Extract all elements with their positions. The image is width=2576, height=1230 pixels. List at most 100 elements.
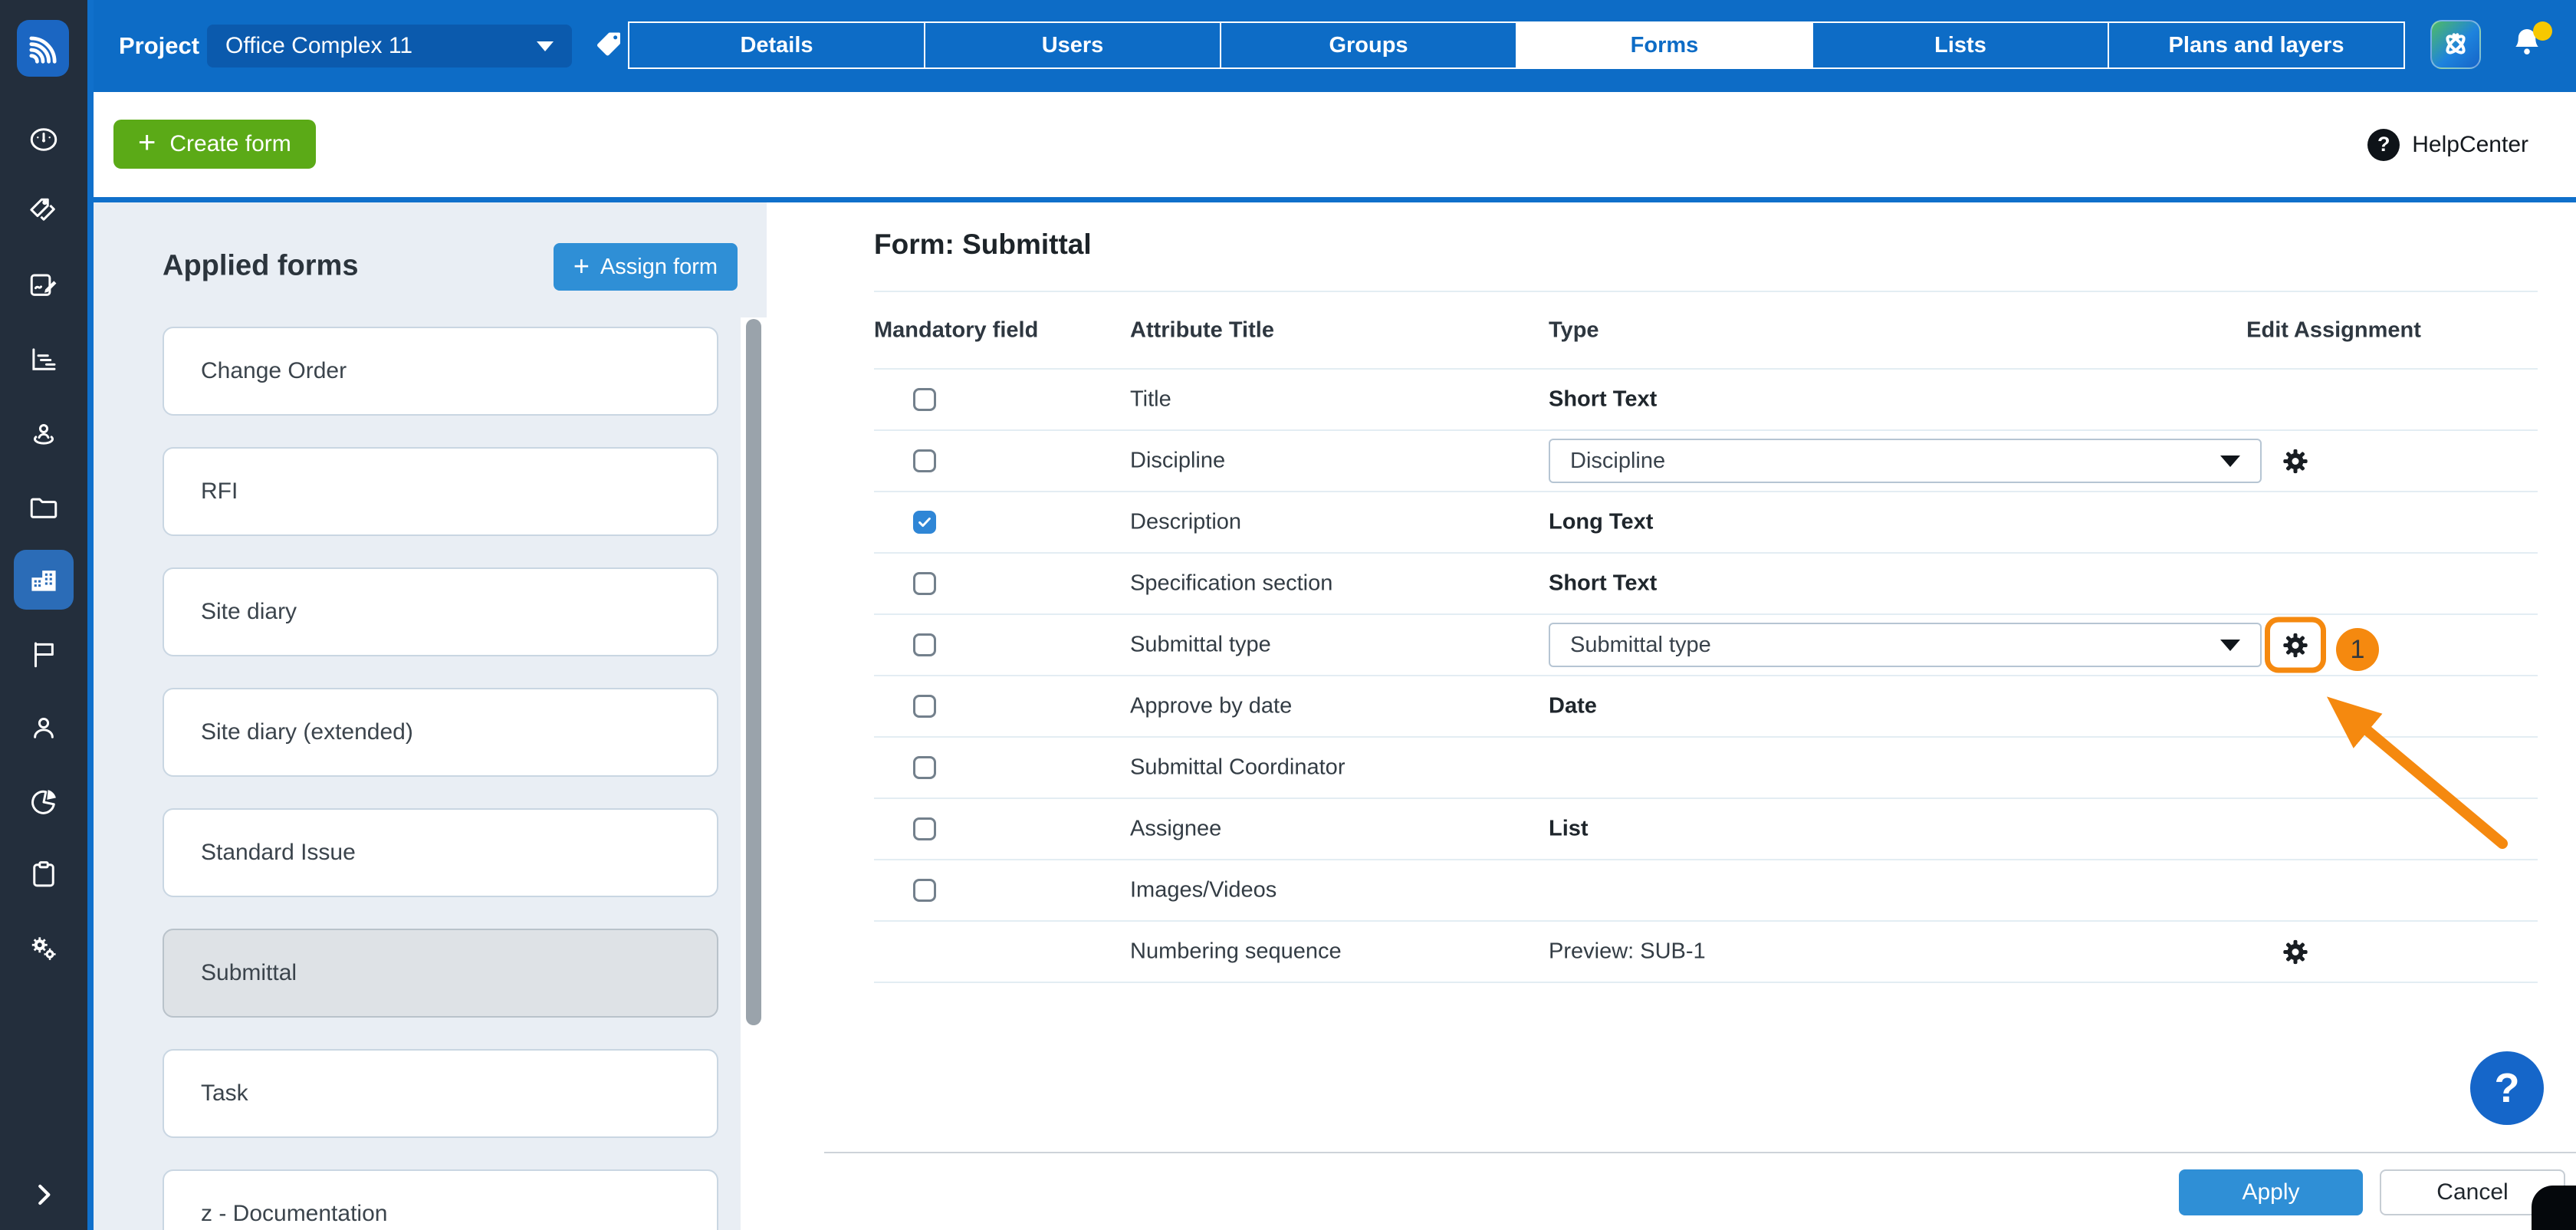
- gauge-icon: [30, 128, 58, 151]
- gear-icon: [2283, 939, 2308, 964]
- form-card-label: Submittal: [201, 960, 297, 985]
- sidebar-item-documents[interactable]: [14, 478, 74, 538]
- edit-assignment-gear-button[interactable]: [2265, 433, 2326, 489]
- sidebar-item-analytics[interactable]: [14, 772, 74, 832]
- form-edit-icon: [30, 274, 57, 296]
- mandatory-checkbox[interactable]: [913, 756, 936, 779]
- sidebar-item-reports[interactable]: [14, 330, 74, 390]
- tab-groups[interactable]: Groups: [1220, 21, 1517, 69]
- notifications-button[interactable]: [2509, 21, 2552, 67]
- form-card[interactable]: z - Documentation: [163, 1169, 718, 1230]
- sidebar-item-milestones[interactable]: [14, 624, 74, 684]
- check-icon: [918, 517, 931, 528]
- attributes-table-header: Mandatory field Attribute Title Type Edi…: [874, 291, 2538, 370]
- attribute-row: Title Short Text: [874, 370, 2538, 431]
- form-card[interactable]: Task: [163, 1049, 718, 1138]
- project-dropdown-value: Office Complex 11: [225, 33, 412, 58]
- form-card[interactable]: Site diary (extended): [163, 688, 718, 777]
- tag-icon[interactable]: [593, 29, 624, 64]
- form-card[interactable]: RFI: [163, 447, 718, 536]
- attributes-table-body: Title Short Text Discipline Discipline Descr…: [874, 370, 2538, 983]
- screen-corner-overlay: [2532, 1186, 2576, 1230]
- attribute-title: Discipline: [1130, 448, 1226, 473]
- app-switcher-button[interactable]: [2430, 20, 2481, 69]
- attribute-row: Discipline Discipline: [874, 431, 2538, 492]
- tab-forms[interactable]: Forms: [1516, 21, 1813, 69]
- tab-plans-and-layers[interactable]: Plans and layers: [2108, 21, 2405, 69]
- edit-assignment-gear-button-highlighted[interactable]: [2265, 617, 2326, 673]
- app-logo[interactable]: [17, 20, 69, 77]
- attribute-title: Numbering sequence: [1130, 939, 1342, 964]
- type-value: Preview: SUB-1: [1549, 939, 1706, 964]
- form-card[interactable]: Standard Issue: [163, 808, 718, 897]
- knot-icon: [2446, 33, 2466, 54]
- sidebar-item-contacts[interactable]: [14, 698, 74, 758]
- type-value: Long Text: [1549, 509, 1654, 534]
- edit-assignment-gear-button[interactable]: [2265, 924, 2326, 980]
- attribute-row: Assignee List: [874, 799, 2538, 860]
- sidebar-item-checklists[interactable]: [14, 844, 74, 904]
- mandatory-checkbox[interactable]: [913, 633, 936, 656]
- attribute-title: Approve by date: [1130, 693, 1293, 719]
- form-card-label: Standard Issue: [201, 840, 356, 865]
- form-card-label: Site diary (extended): [201, 719, 413, 745]
- attributes-table: Mandatory field Attribute Title Type Edi…: [874, 291, 2538, 983]
- mandatory-checkbox[interactable]: [913, 449, 936, 472]
- type-value: List: [1549, 816, 1589, 841]
- form-card[interactable]: Submittal: [163, 929, 718, 1018]
- type-value: Short Text: [1549, 386, 1658, 412]
- tags-icon: [30, 198, 55, 221]
- mandatory-checkbox[interactable]: [913, 572, 936, 595]
- gear-icon: [2283, 633, 2308, 657]
- pie-chart-icon: [31, 790, 56, 814]
- apply-button[interactable]: Apply: [2179, 1169, 2363, 1215]
- column-header-type: Type: [1549, 317, 1599, 342]
- form-card[interactable]: Site diary: [163, 567, 718, 656]
- form-editor-panel: Form: Submittal Mandatory field Attribut…: [767, 202, 2576, 1230]
- assign-form-button[interactable]: + Assign form: [554, 243, 738, 291]
- create-form-button[interactable]: + Create form: [113, 120, 316, 169]
- mandatory-checkbox[interactable]: [913, 695, 936, 718]
- floating-help-button[interactable]: ?: [2470, 1051, 2544, 1125]
- plus-icon: +: [138, 126, 156, 160]
- assign-form-label: Assign form: [600, 254, 718, 279]
- sidebar-item-dashboard[interactable]: [14, 110, 74, 169]
- attribute-title: Submittal Coordinator: [1130, 755, 1346, 780]
- plus-icon: +: [573, 249, 590, 281]
- scrollbar-track[interactable]: [741, 317, 767, 1230]
- help-center-link[interactable]: ? HelpCenter: [2367, 128, 2528, 161]
- form-card-label: Task: [201, 1080, 248, 1106]
- nav-tabs: Details Users Groups Forms Lists Plans and la…: [628, 21, 2405, 69]
- tab-users[interactable]: Users: [924, 21, 1221, 69]
- type-value: Date: [1549, 693, 1597, 719]
- type-dropdown[interactable]: Discipline: [1549, 439, 2262, 483]
- form-card[interactable]: Change Order: [163, 327, 718, 416]
- toolbar-divider: [94, 197, 2576, 202]
- project-label: Project: [119, 32, 200, 59]
- tag-icon-glyph: [597, 32, 620, 56]
- content-area: Applied forms + Assign form Change Order…: [94, 202, 2576, 1230]
- mandatory-checkbox[interactable]: [913, 817, 936, 840]
- type-dropdown[interactable]: Submittal type: [1549, 623, 2262, 667]
- sidebar-expand-button[interactable]: [14, 1165, 74, 1225]
- question-mark-icon: ?: [2367, 128, 2400, 161]
- attribute-row: Submittal type Submittal type: [874, 615, 2538, 676]
- project-dropdown[interactable]: Office Complex 11: [207, 25, 572, 67]
- mandatory-checkbox[interactable]: [913, 879, 936, 902]
- attribute-row: Submittal Coordinator: [874, 738, 2538, 799]
- mandatory-checkbox[interactable]: [913, 511, 936, 534]
- tab-lists[interactable]: Lists: [1812, 21, 2109, 69]
- attribute-title: Description: [1130, 509, 1242, 534]
- sidebar-item-resources[interactable]: [14, 404, 74, 464]
- sidebar-item-projects[interactable]: [14, 550, 74, 610]
- sidebar-item-tags[interactable]: [14, 182, 74, 242]
- sidebar-item-settings[interactable]: [14, 919, 74, 978]
- mandatory-checkbox[interactable]: [913, 388, 936, 411]
- scrollbar-thumb[interactable]: [746, 319, 761, 1025]
- applied-forms-title: Applied forms: [163, 249, 359, 282]
- chevron-down-icon: [2220, 639, 2240, 651]
- form-card-label: Site diary: [201, 599, 297, 624]
- tab-details[interactable]: Details: [628, 21, 925, 69]
- sidebar-item-forms[interactable]: [14, 256, 74, 316]
- help-center-label: HelpCenter: [2412, 131, 2528, 157]
